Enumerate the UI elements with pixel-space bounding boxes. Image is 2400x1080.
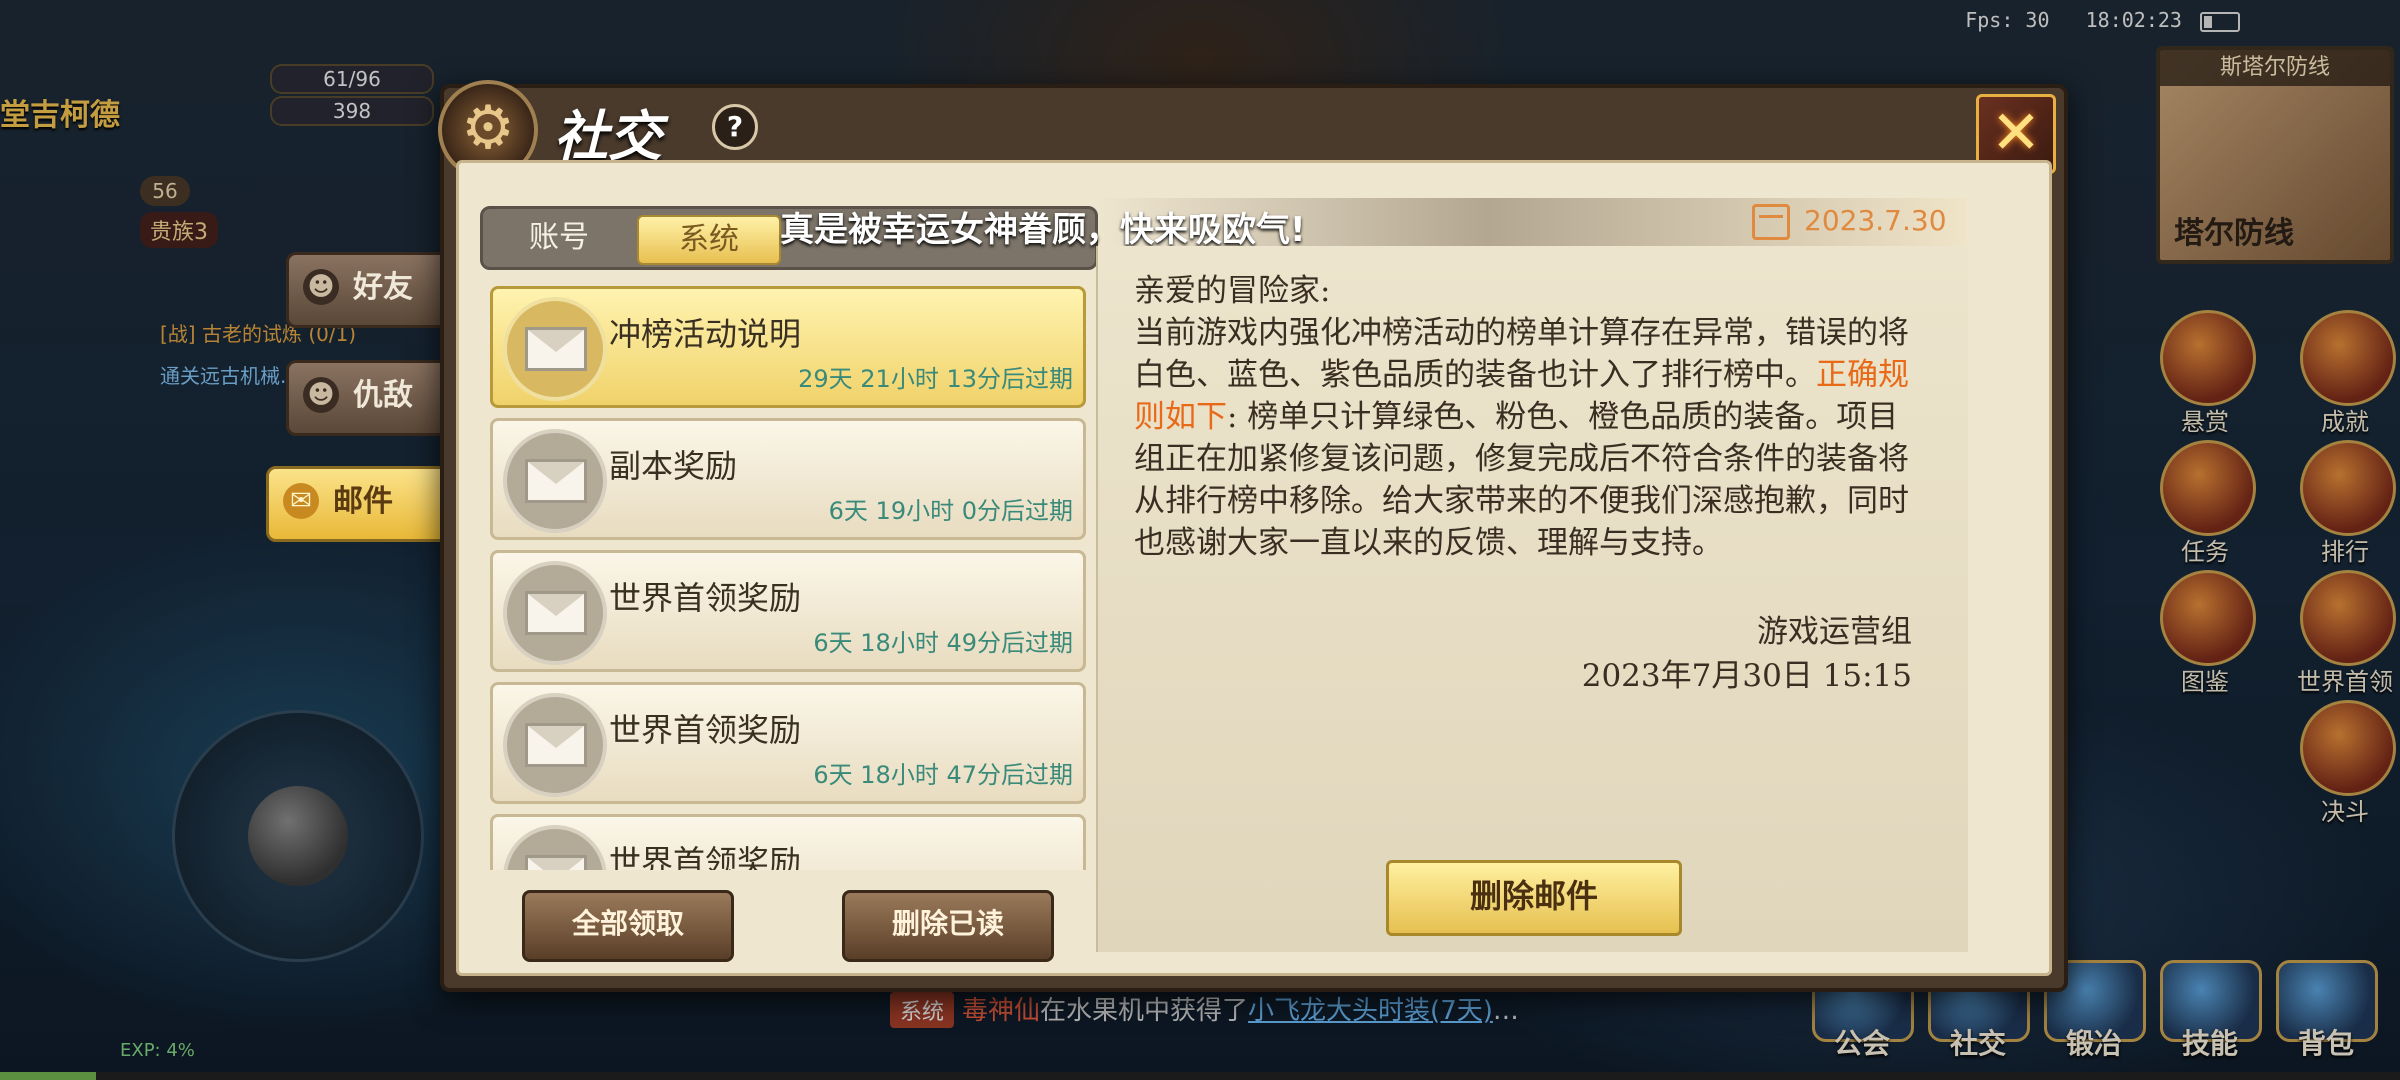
mail-list[interactable]: 冲榜活动说明 29天 21小时 13分后过期副本奖励 6天 19小时 0分后过期世界… (484, 286, 1088, 870)
mail-date: 2023.7.30 (1752, 204, 1947, 240)
close-icon: ✕ (1990, 98, 2042, 168)
friend-icon: ☻ (303, 269, 339, 305)
collect-all-button[interactable]: 全部领取 (522, 890, 734, 962)
mail-expiry: 6天 19小时 0分后过期 (828, 497, 1073, 525)
envelope-icon (503, 297, 607, 401)
mail-body-text: 当前游戏内强化冲榜活动的榜单计算存在异常，错误的将白色、蓝色、紫色品质的装备也计… (1134, 315, 1909, 393)
delete-read-button[interactable]: 删除已读 (842, 890, 1054, 962)
side-tab-enemies[interactable]: ☻ 仇敌 (286, 360, 454, 436)
delete-mail-button[interactable]: 删除邮件 (1386, 860, 1682, 936)
mail-item[interactable]: 副本奖励 6天 19小时 0分后过期 (490, 418, 1086, 540)
side-tab-friends[interactable]: ☻ 好友 (286, 252, 454, 328)
envelope-icon (503, 825, 607, 870)
envelope-icon (503, 693, 607, 797)
help-button[interactable]: ? (712, 104, 758, 150)
envelope-icon (503, 561, 607, 665)
mail-subject: 副本奖励 (609, 447, 738, 485)
mail-subject: 世界首领奖励 (609, 843, 802, 870)
side-tab-mail[interactable]: ✉ 邮件 (266, 466, 454, 542)
mail-item[interactable]: 世界首领奖励 (490, 814, 1086, 870)
mail-greeting: 亲爱的冒险家: (1134, 273, 1331, 309)
mail-icon: ✉ (283, 483, 319, 519)
segment-system[interactable]: 系统 (637, 215, 781, 265)
mail-expiry: 6天 18小时 49分后过期 (813, 629, 1073, 657)
envelope-icon (503, 429, 607, 533)
mail-item[interactable]: 冲榜活动说明 29天 21小时 13分后过期 (490, 286, 1086, 408)
mail-body-text-2: : 榜单只计算绿色、粉色、橙色品质的装备。项目组正在加紧修复该问题，修复完成后不… (1134, 399, 1909, 561)
mail-expiry: 6天 18小时 47分后过期 (813, 761, 1073, 789)
mail-paragraph: 当前游戏内强化冲榜活动的榜单计算存在异常，错误的将白色、蓝色、紫色品质的装备也计… (1134, 312, 1914, 564)
segment-account[interactable]: 账号 (489, 215, 629, 261)
side-tab-label: 好友 (353, 270, 413, 305)
side-tab-label: 仇敌 (353, 378, 413, 413)
mail-item[interactable]: 世界首领奖励 6天 18小时 49分后过期 (490, 550, 1086, 672)
enemy-icon: ☻ (303, 377, 339, 413)
announcement-ticker: 真是被幸运女神眷顾，快来吸欧气! (780, 210, 1306, 250)
mail-date-text: 2023.7.30 (1804, 204, 1947, 237)
mail-datetime: 2023年7月30日 15:15 (1581, 658, 1912, 694)
side-tab-label: 邮件 (333, 484, 393, 519)
mail-body: 亲爱的冒险家: 当前游戏内强化冲榜活动的榜单计算存在异常，错误的将白色、蓝色、紫… (1134, 270, 1914, 564)
calendar-icon (1752, 204, 1790, 240)
mail-expiry: 29天 21小时 13分后过期 (798, 365, 1073, 393)
mail-item[interactable]: 世界首领奖励 6天 18小时 47分后过期 (490, 682, 1086, 804)
mail-signature: 游戏运营组 2023年7月30日 15:15 (1582, 610, 1912, 698)
mail-subject: 冲榜活动说明 (609, 315, 802, 353)
mail-sender: 游戏运营组 (1757, 614, 1912, 650)
mail-subject: 世界首领奖励 (609, 579, 802, 617)
mail-subject: 世界首领奖励 (609, 711, 802, 749)
